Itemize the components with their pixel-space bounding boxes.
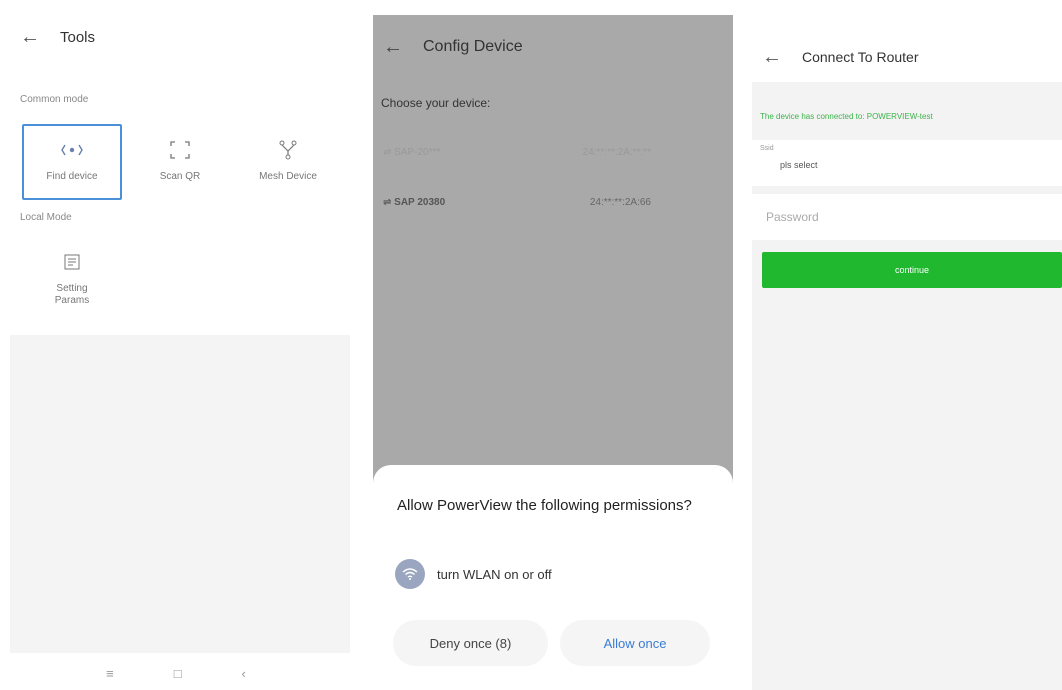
config-header: ← Config Device (383, 34, 523, 60)
permission-item: turn WLAN on or off (395, 559, 552, 589)
connect-router-screen: ← Connect To Router The device has conne… (752, 0, 1062, 690)
device-row[interactable]: ⇌ SAP 20380 24:**:**:2A:66 (383, 192, 721, 212)
device-mac: 24:**:**:2A:66 (589, 196, 651, 208)
section-label-common: Common mode (20, 94, 89, 105)
section-label-local: Local Mode (20, 212, 72, 223)
arrow-left-icon[interactable]: ← (383, 37, 423, 57)
deny-once-button[interactable]: Deny once (8) (393, 620, 548, 666)
mesh-network-icon (277, 140, 299, 160)
tile-mesh-device[interactable]: Mesh Device (238, 124, 338, 200)
arrow-left-icon[interactable]: ← (20, 27, 60, 47)
menu-icon[interactable]: ≡ (106, 666, 114, 681)
tile-label: Scan QR (159, 171, 201, 182)
ssid-field[interactable]: Ssid pls select (752, 140, 1062, 186)
tile-setting-params[interactable]: Setting Params (22, 242, 122, 318)
arrow-left-icon[interactable]: ← (762, 47, 802, 67)
tile-label: Setting Params (54, 283, 90, 306)
system-nav-bar: ≡ □ ‹ (0, 658, 352, 688)
tile-find-device[interactable]: Find device (22, 124, 122, 200)
device-mac: 24:**:**:2A:**:** (582, 146, 651, 158)
back-nav-icon[interactable]: ‹ (242, 666, 246, 681)
ssid-value: pls select (780, 160, 818, 170)
tools-header: ← Tools (20, 22, 352, 52)
broadcast-icon (61, 141, 83, 159)
connection-notice: The device has connected to: POWERVIEW-t… (760, 112, 933, 121)
permission-dialog: Allow PowerView the following permission… (373, 465, 733, 690)
device-name: ⇌ SAP 20380 (383, 196, 446, 208)
page-title: Connect To Router (802, 49, 919, 65)
choose-device-label: Choose your device: (381, 96, 491, 110)
dim-overlay (373, 15, 733, 485)
settings-sheet-icon (61, 253, 83, 271)
empty-content-area (10, 335, 350, 653)
home-icon[interactable]: □ (174, 666, 182, 681)
password-field[interactable]: Password (752, 194, 1062, 240)
wifi-icon (395, 559, 425, 589)
page-title: Tools (60, 28, 96, 46)
dialog-question: Allow PowerView the following permission… (397, 497, 692, 514)
config-device-screen: ← Config Device Choose your device: ⇌ SA… (373, 0, 733, 690)
continue-button[interactable]: continue (762, 252, 1062, 288)
tile-scan-qr[interactable]: Scan QR (130, 124, 230, 200)
page-title: Config Device (423, 38, 523, 55)
tile-label: Mesh Device (259, 171, 317, 182)
device-row[interactable]: ⇌ SAP-20*** 24:**:**:2A:**:** (383, 142, 721, 162)
tools-screen: ← Tools Common mode Find device Scan QR … (0, 0, 352, 690)
password-placeholder: Password (766, 210, 819, 224)
router-header: ← Connect To Router (762, 44, 918, 70)
scan-frame-icon (169, 141, 191, 159)
tile-label: Find device (46, 171, 98, 182)
device-name: ⇌ SAP-20*** (383, 146, 441, 158)
ssid-caption: Ssid (760, 145, 774, 152)
allow-once-button[interactable]: Allow once (560, 620, 710, 666)
permission-text: turn WLAN on or off (437, 566, 552, 582)
